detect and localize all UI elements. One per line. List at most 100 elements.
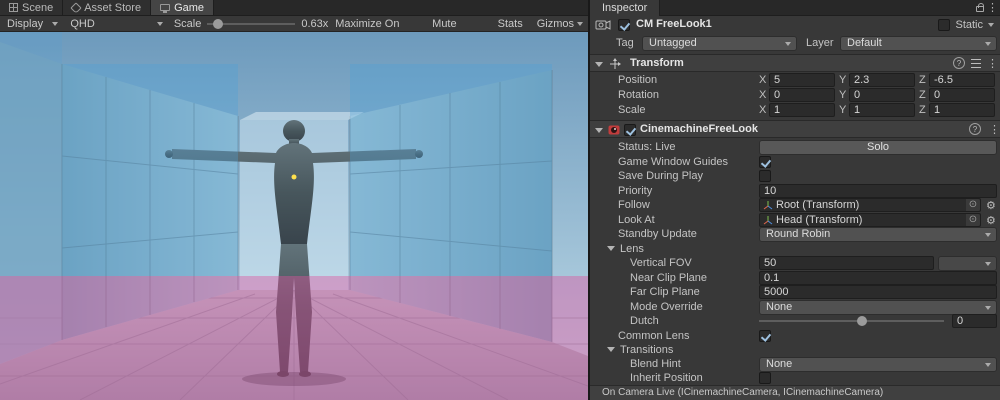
lock-icon[interactable]	[976, 6, 984, 12]
save-during-play-checkbox[interactable]	[759, 170, 771, 182]
resolution-dropdown[interactable]: QHD (2560x1440)	[63, 16, 168, 32]
transitions-label[interactable]: Transitions	[620, 344, 673, 356]
static-dropdown-caret[interactable]	[988, 23, 994, 27]
follow-gear-icon[interactable]: ⚙	[986, 199, 996, 212]
transform-header[interactable]: Transform ? ⋮	[590, 54, 1000, 72]
dutch-slider-knob[interactable]	[857, 316, 867, 326]
x-axis-label: X	[759, 89, 769, 101]
rotation-z-field[interactable]: 0	[929, 88, 995, 102]
tab-inspector[interactable]: Inspector	[590, 0, 660, 16]
follow-row: Follow Root (Transform) ⊙ ⚙	[590, 198, 1000, 213]
inspector-menu-icon[interactable]: ⋮	[987, 1, 998, 14]
position-row: Position X5 Y2.3 Z-6.5	[590, 73, 1000, 88]
blend-hint-dropdown[interactable]: None	[759, 357, 997, 372]
dutch-field[interactable]: 0	[952, 314, 997, 328]
vertical-fov-field[interactable]: 50	[759, 256, 934, 270]
game-toolbar: Display 1 QHD (2560x1440) Scale 0.63x Ma…	[0, 16, 588, 32]
scale-slider-knob[interactable]	[213, 19, 223, 29]
far-clip-field[interactable]: 5000	[759, 285, 997, 299]
common-lens-checkbox[interactable]	[759, 330, 771, 342]
scale-y-field[interactable]: 1	[849, 103, 915, 117]
near-clip-field[interactable]: 0.1	[759, 271, 997, 285]
tag-dropdown[interactable]: Untagged	[642, 36, 797, 51]
follow-value: Root (Transform)	[776, 199, 966, 211]
transform-foldout-icon[interactable]	[595, 62, 603, 67]
priority-label: Priority	[618, 185, 652, 197]
layer-dropdown[interactable]: Default	[840, 36, 997, 51]
position-z-field[interactable]: -6.5	[929, 73, 995, 87]
tab-scene[interactable]: Scene	[0, 0, 63, 15]
transitions-foldout-icon[interactable]	[607, 347, 615, 352]
look-at-gear-icon[interactable]: ⚙	[986, 214, 996, 227]
transform-title: Transform	[630, 57, 684, 69]
standby-update-dropdown[interactable]: Round Robin	[759, 227, 997, 242]
scale-x-field[interactable]: 1	[769, 103, 835, 117]
priority-field[interactable]: 10	[759, 184, 997, 198]
help-icon[interactable]: ?	[969, 123, 981, 135]
mode-override-label: Mode Override	[630, 301, 703, 313]
game-window-guides-checkbox[interactable]	[759, 156, 771, 168]
object-picker-icon[interactable]: ⊙	[966, 199, 980, 211]
scale-label: Scale	[174, 18, 202, 30]
look-at-object-field[interactable]: Head (Transform) ⊙	[759, 213, 981, 227]
tab-asset-store[interactable]: Asset Store	[63, 0, 151, 15]
camera-live-status-bar: On Camera Live (ICinemachineCamera, ICin…	[590, 385, 1000, 400]
scene-icon	[9, 3, 18, 12]
rotation-x-field[interactable]: 0	[769, 88, 835, 102]
transform-icon	[609, 58, 621, 70]
scale-slider[interactable]	[207, 23, 295, 25]
standby-update-row: Standby Update Round Robin	[590, 227, 1000, 242]
game-viewport[interactable]	[0, 32, 588, 400]
help-icon[interactable]: ?	[953, 57, 965, 69]
inherit-position-checkbox[interactable]	[759, 372, 771, 384]
vertical-fov-row: Vertical FOV 50	[590, 256, 1000, 271]
x-axis-label: X	[759, 74, 769, 86]
priority-row: Priority 10	[590, 184, 1000, 199]
scale-z-field[interactable]: 1	[929, 103, 995, 117]
rotation-y-field[interactable]: 0	[849, 88, 915, 102]
blend-hint-row: Blend Hint None	[590, 357, 1000, 372]
look-at-label: Look At	[618, 214, 655, 226]
solo-button[interactable]: Solo	[759, 140, 997, 155]
freelook-menu-icon[interactable]: ⋮	[989, 123, 1000, 136]
lens-preset-dropdown[interactable]	[938, 256, 997, 271]
mode-override-dropdown[interactable]: None	[759, 300, 997, 315]
object-picker-icon[interactable]: ⊙	[966, 214, 980, 226]
mute-audio-button[interactable]: Mute Audio	[425, 16, 490, 32]
position-x-field[interactable]: 5	[769, 73, 835, 87]
gizmos-dropdown[interactable]: Gizmos	[530, 16, 588, 32]
dutch-slider-track	[759, 320, 944, 322]
dutch-slider[interactable]	[759, 316, 944, 326]
freelook-enabled-checkbox[interactable]	[624, 124, 636, 136]
lens-label[interactable]: Lens	[620, 243, 644, 255]
game-view-pane: Scene Asset Store Game Display 1 QHD (25…	[0, 0, 588, 400]
transform-menu-icon[interactable]: ⋮	[987, 57, 998, 70]
y-axis-label: Y	[839, 74, 849, 86]
far-clip-row: Far Clip Plane 5000	[590, 285, 1000, 300]
tab-game[interactable]: Game	[151, 0, 214, 15]
cinemachine-freelook-header[interactable]: CinemachineFreeLook ? ⋮	[590, 120, 1000, 138]
game-window-guides-label: Game Window Guides	[618, 156, 728, 168]
presets-icon[interactable]	[971, 59, 981, 68]
transform-mini-icon	[763, 200, 773, 210]
y-axis-label: Y	[839, 89, 849, 101]
gameobject-enabled-checkbox[interactable]	[618, 19, 630, 31]
mode-override-row: Mode Override None	[590, 300, 1000, 315]
tab-asset-store-label: Asset Store	[84, 2, 141, 14]
game-scene-render	[0, 32, 588, 400]
position-y-field[interactable]: 2.3	[849, 73, 915, 87]
freelook-foldout-icon[interactable]	[595, 128, 603, 133]
z-axis-label: Z	[919, 104, 929, 116]
follow-object-field[interactable]: Root (Transform) ⊙	[759, 198, 981, 212]
display-dropdown[interactable]: Display 1	[0, 16, 63, 32]
status-label: Status: Live	[618, 141, 675, 153]
lens-foldout-icon[interactable]	[607, 246, 615, 251]
static-checkbox[interactable]	[938, 19, 950, 31]
status-row: Status: Live Solo	[590, 140, 1000, 155]
maximize-on-play-button[interactable]: Maximize On Play	[328, 16, 425, 32]
far-clip-label: Far Clip Plane	[630, 286, 700, 298]
tab-game-label: Game	[174, 2, 204, 14]
inherit-position-label: Inherit Position	[630, 372, 703, 384]
common-lens-label: Common Lens	[618, 330, 690, 342]
stats-button[interactable]: Stats	[491, 16, 530, 32]
